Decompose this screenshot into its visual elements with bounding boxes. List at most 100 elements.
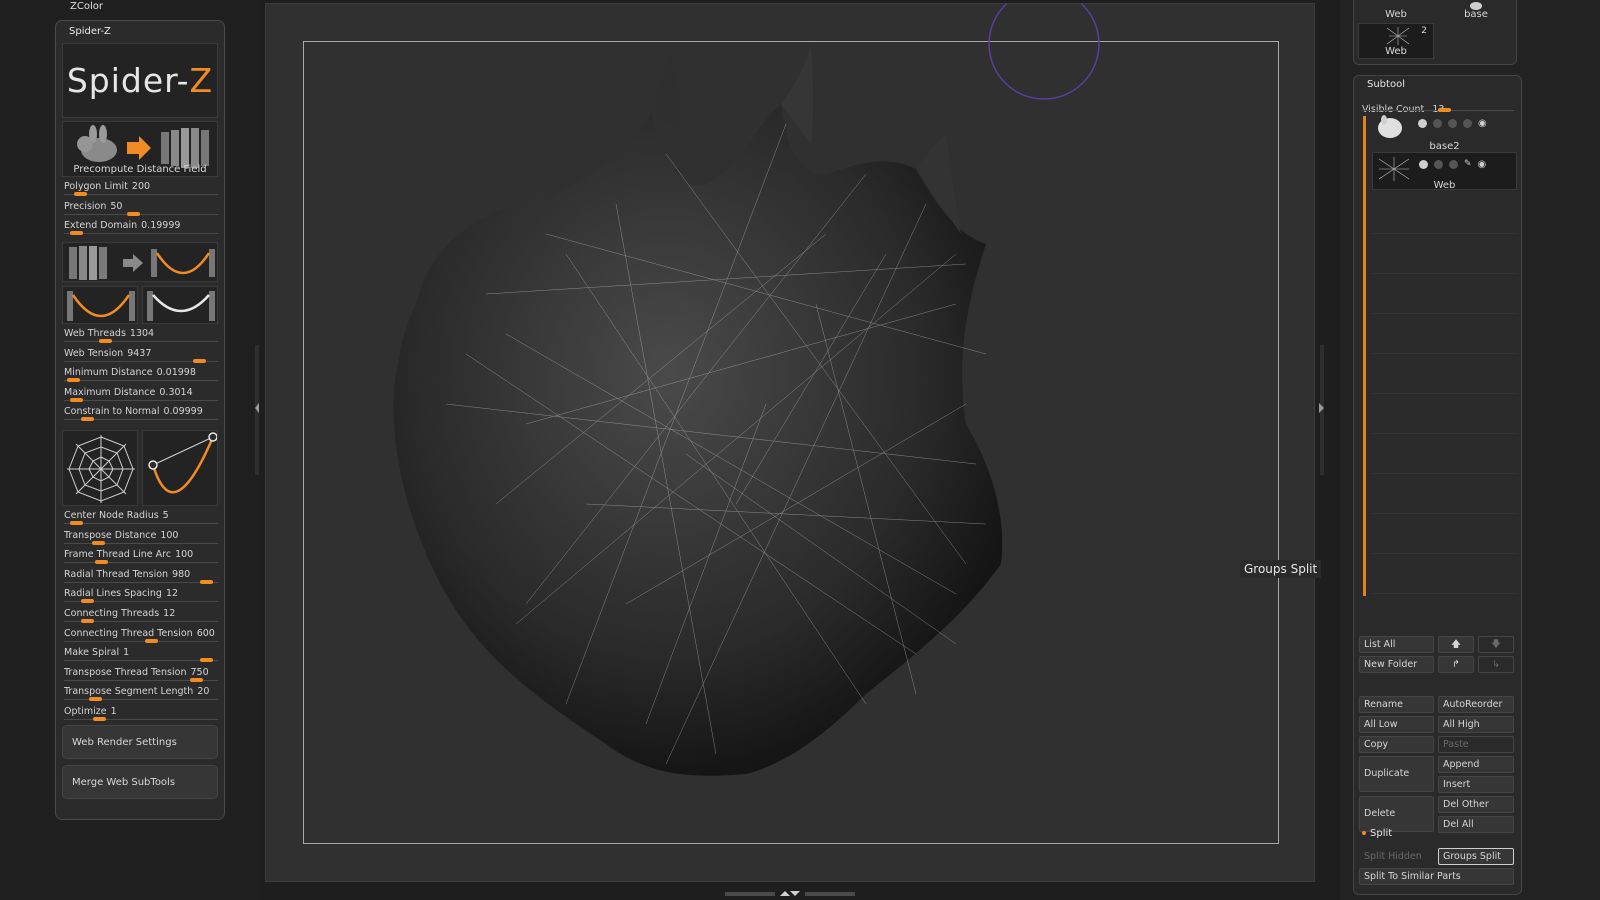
arc-thread-button[interactable] <box>142 430 218 506</box>
thumb-web-1[interactable]: Web <box>1358 1 1434 21</box>
move-up-button[interactable]: 🡅 <box>1438 636 1474 653</box>
eye-icon[interactable]: ◉ <box>1478 118 1487 129</box>
subtool-item-web[interactable]: ✎ ◉ Web <box>1372 152 1517 191</box>
rename-button[interactable]: Rename <box>1359 696 1434 713</box>
slider-radial-thread-tension[interactable]: Radial Thread Tension 980 <box>62 569 218 588</box>
slider-polygon-limit[interactable]: Polygon Limit 200 <box>62 181 218 200</box>
delete-button[interactable]: Delete <box>1359 796 1434 832</box>
zcolor-menu-label[interactable]: ZColor <box>70 1 103 12</box>
insert-button[interactable]: Insert <box>1438 776 1514 793</box>
brush-icon[interactable]: ✎ <box>1464 159 1472 169</box>
del-all-button[interactable]: Del All <box>1438 816 1514 833</box>
slider-transpose-distance[interactable]: Transpose Distance 100 <box>62 530 218 549</box>
append-button[interactable]: Append <box>1438 756 1514 773</box>
all-high-button[interactable]: All High <box>1438 716 1514 733</box>
visibility-toggle-icon[interactable] <box>1419 159 1428 169</box>
arc-thread-icon <box>148 432 217 494</box>
visible-count-slider[interactable]: Visible Count 13 <box>1362 97 1514 115</box>
slider-knob[interactable] <box>80 619 94 623</box>
split-section-header[interactable]: Split <box>1362 828 1392 839</box>
polypaint-toggle-icon[interactable] <box>1434 159 1443 169</box>
web-render-settings-button[interactable]: Web Render Settings <box>62 725 218 759</box>
curve-white-button[interactable] <box>142 286 218 324</box>
slider-knob[interactable] <box>69 231 83 236</box>
auto-reorder-button[interactable]: AutoReorder <box>1438 696 1514 713</box>
slider-extend-domain[interactable]: Extend Domain 0.19999 <box>62 220 218 239</box>
move-out-folder-button[interactable]: ↳ <box>1478 656 1514 673</box>
split-hidden-button[interactable]: Split Hidden <box>1359 848 1434 865</box>
slider-label: Minimum Distance 0.01998 <box>64 367 196 378</box>
slider-value: 0.19999 <box>141 220 181 232</box>
slider-constrain-to-normal[interactable]: Constrain to Normal 0.09999 <box>62 406 218 425</box>
slider-transpose-segment-length[interactable]: Transpose Segment Length 20 <box>62 686 218 705</box>
slider-knob[interactable] <box>93 717 107 721</box>
slider-knob[interactable] <box>199 579 213 584</box>
slider-knob[interactable] <box>92 540 105 545</box>
slider-precision[interactable]: Precision 50 <box>62 201 218 220</box>
slider-transpose-thread-tension[interactable]: Transpose Thread Tension 750 <box>62 667 218 686</box>
slider-knob[interactable] <box>190 677 203 682</box>
new-folder-button[interactable]: New Folder <box>1359 656 1434 673</box>
panel-title[interactable]: Spider-Z <box>69 26 111 37</box>
precompute-distance-field-button[interactable]: Precompute Distance Field <box>62 121 218 177</box>
slider-optimize[interactable]: Optimize 1 <box>62 706 218 725</box>
thumb-web-2[interactable]: 2 Web <box>1358 23 1434 59</box>
slider-knob[interactable] <box>69 397 83 402</box>
spider-web-icon <box>67 435 135 503</box>
slider-radial-lines-spacing[interactable]: Radial Lines Spacing 12 <box>62 588 218 607</box>
slider-connecting-thread-tension[interactable]: Connecting Thread Tension 600 <box>62 628 218 647</box>
list-all-button[interactable]: List All <box>1359 636 1434 653</box>
copy-button[interactable]: Copy <box>1359 736 1434 753</box>
slider-label-text: Minimum Distance <box>64 367 153 379</box>
split-to-similar-parts-button[interactable]: Split To Similar Parts <box>1359 868 1514 885</box>
slider-web-tension[interactable]: Web Tension 9437 <box>62 348 218 367</box>
slider-web-threads[interactable]: Web Threads 1304 <box>62 328 218 347</box>
bottom-tray-grip[interactable] <box>725 883 855 896</box>
empty-subtool-slot <box>1372 433 1517 434</box>
slider-knob[interactable] <box>69 521 83 525</box>
slider-knob[interactable] <box>192 358 206 363</box>
slider-frame-thread-line-arc[interactable]: Frame Thread Line Arc 100 <box>62 549 218 568</box>
del-other-button[interactable]: Del Other <box>1438 796 1514 813</box>
slider-knob[interactable] <box>80 599 94 604</box>
slider-knob[interactable] <box>145 638 159 643</box>
slider-knob[interactable] <box>99 339 112 343</box>
brush-toggle-icon[interactable] <box>1463 118 1472 128</box>
eye-icon[interactable]: ◉ <box>1478 159 1487 170</box>
subtool-item-base2[interactable]: ◉ base2 <box>1372 112 1517 152</box>
paste-button[interactable]: Paste <box>1438 736 1514 753</box>
slider-knob[interactable] <box>73 192 87 196</box>
slider-knob[interactable] <box>127 211 140 216</box>
spider-web-button[interactable] <box>62 430 138 506</box>
slider-connecting-threads[interactable]: Connecting Threads 12 <box>62 608 218 627</box>
field-to-curve-button[interactable] <box>62 242 218 282</box>
curve-orange-button[interactable] <box>62 286 138 324</box>
move-down-button[interactable]: 🡇 <box>1478 636 1514 653</box>
mask-toggle-icon[interactable] <box>1448 118 1457 128</box>
slider-label-text: Transpose Thread Tension <box>64 666 187 678</box>
right-tray-grip[interactable] <box>1318 345 1326 475</box>
slider-minimum-distance[interactable]: Minimum Distance 0.01998 <box>62 367 218 386</box>
polypaint-toggle-icon[interactable] <box>1433 118 1442 128</box>
groups-split-button[interactable]: Groups Split <box>1438 848 1514 865</box>
spider-web-model[interactable] <box>266 4 1316 883</box>
mask-toggle-icon[interactable] <box>1449 159 1458 169</box>
slider-knob[interactable] <box>94 560 108 565</box>
move-to-folder-button[interactable]: ↱ <box>1438 656 1474 673</box>
slider-center-node-radius[interactable]: Center Node Radius 5 <box>62 510 218 529</box>
document-viewport[interactable] <box>265 3 1315 882</box>
slider-knob[interactable] <box>66 378 80 383</box>
subtool-title[interactable]: Subtool <box>1367 79 1405 90</box>
slider-maximum-distance[interactable]: Maximum Distance 0.3014 <box>62 387 218 406</box>
visibility-toggle-icon[interactable] <box>1418 118 1427 128</box>
all-low-button[interactable]: All Low <box>1359 716 1434 733</box>
slider-knob[interactable] <box>89 697 103 702</box>
duplicate-button[interactable]: Duplicate <box>1359 756 1434 792</box>
merge-web-subtools-button[interactable]: Merge Web SubTools <box>62 765 218 799</box>
slider-knob[interactable] <box>80 417 94 422</box>
slider-make-spiral[interactable]: Make Spiral 1 <box>62 647 218 666</box>
slider-knob[interactable] <box>199 658 213 663</box>
subtool-scrollbar[interactable] <box>1363 116 1366 596</box>
left-tray-grip[interactable] <box>254 345 260 475</box>
thumb-base[interactable]: base <box>1438 1 1514 21</box>
